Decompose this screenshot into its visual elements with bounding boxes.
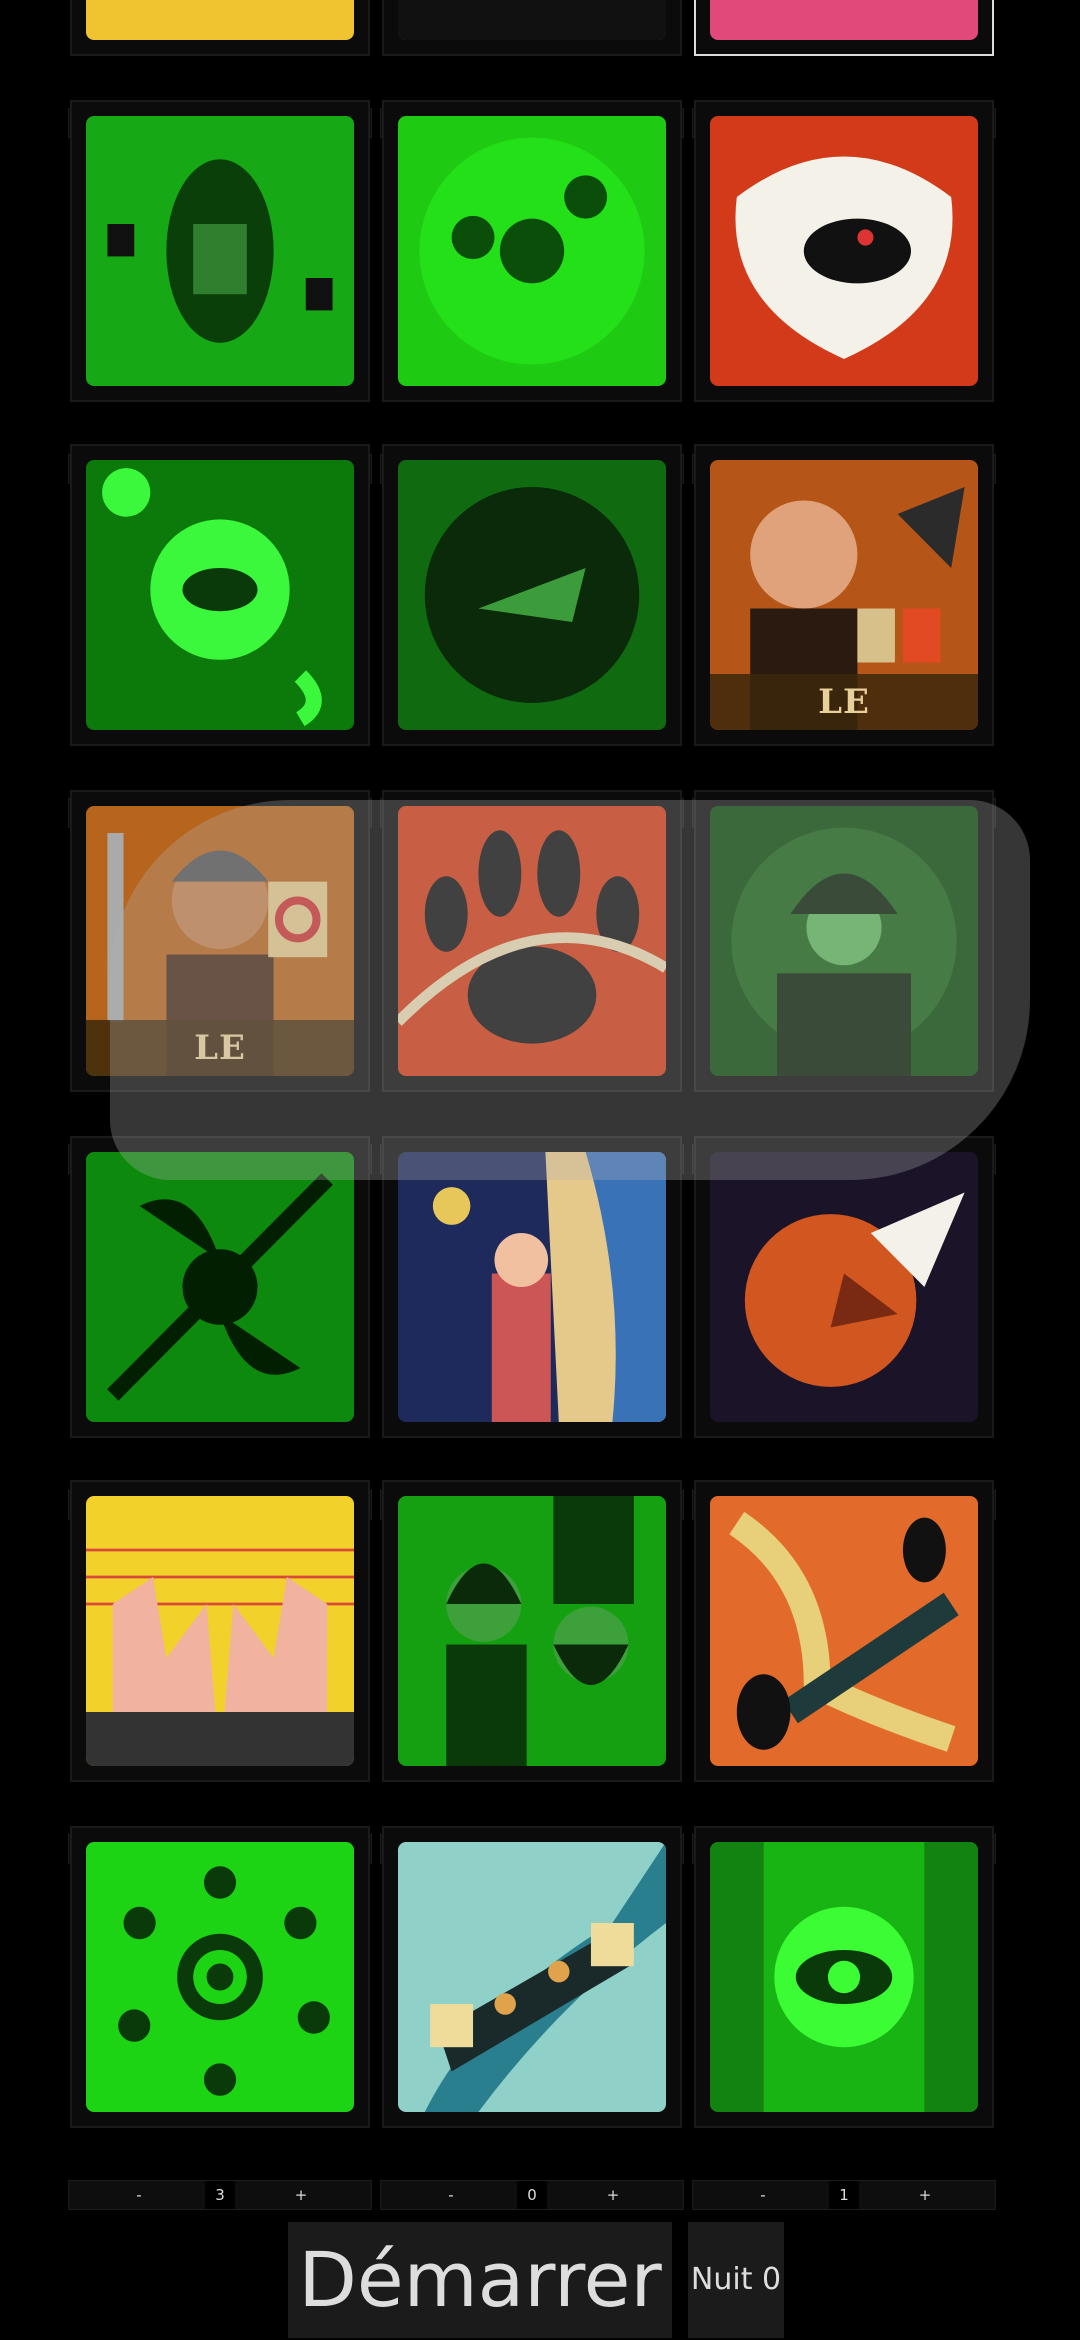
role-card-art: [86, 1842, 354, 2112]
role-card[interactable]: [382, 1480, 682, 1782]
role-card[interactable]: [694, 0, 994, 56]
role-card-art: [398, 1496, 666, 1766]
start-button[interactable]: Démarrer: [288, 2222, 672, 2338]
role-card-art: LE MENTALISTE: [710, 460, 978, 730]
night-counter: Nuit 0: [688, 2222, 784, 2338]
role-card-art: [86, 460, 354, 730]
role-card-art: [398, 1152, 666, 1422]
role-count-value: 0: [517, 2181, 547, 2209]
role-card-art: [710, 1496, 978, 1766]
role-card[interactable]: [70, 444, 370, 746]
role-card-art: [710, 806, 978, 1076]
role-card[interactable]: [382, 790, 682, 1092]
role-card-art: [398, 806, 666, 1076]
role-card-art: [86, 0, 354, 40]
role-count-value: 3: [205, 2181, 235, 2209]
role-card[interactable]: [70, 1826, 370, 2128]
role-card[interactable]: [694, 1826, 994, 2128]
increment-button[interactable]: +: [573, 2181, 653, 2209]
role-card-art: [398, 0, 666, 40]
role-card-art: [710, 0, 978, 40]
decrement-button[interactable]: -: [411, 2181, 491, 2209]
role-counter: -3 +: [68, 2180, 372, 2210]
role-card[interactable]: LE MENTALISTE: [694, 444, 994, 746]
role-card-art: [398, 1842, 666, 2112]
role-count-value: 1: [829, 2181, 859, 2209]
role-card-art: [710, 1842, 978, 2112]
role-card-art: [86, 116, 354, 386]
role-card-art: [710, 116, 978, 386]
role-card-art: [398, 116, 666, 386]
role-card[interactable]: [694, 790, 994, 1092]
role-card[interactable]: [694, 1136, 994, 1438]
role-card[interactable]: [694, 100, 994, 402]
role-card[interactable]: [382, 0, 682, 56]
role-card[interactable]: LE MERCENAIRE: [70, 790, 370, 1092]
role-card-banner: LE MENTALISTE: [710, 674, 978, 730]
role-card-art: [398, 460, 666, 730]
role-card[interactable]: [694, 1480, 994, 1782]
role-card[interactable]: [382, 100, 682, 402]
decrement-button[interactable]: -: [723, 2181, 803, 2209]
role-card[interactable]: [382, 1826, 682, 2128]
role-card[interactable]: [382, 1136, 682, 1438]
increment-button[interactable]: +: [261, 2181, 341, 2209]
role-card[interactable]: [70, 0, 370, 56]
role-card[interactable]: [70, 1480, 370, 1782]
role-card[interactable]: [70, 100, 370, 402]
role-card[interactable]: [70, 1136, 370, 1438]
bottom-bar: Démarrer Nuit 0: [0, 2218, 1080, 2340]
role-counter: -1 +: [692, 2180, 996, 2210]
decrement-button[interactable]: -: [99, 2181, 179, 2209]
role-card-art: [710, 1152, 978, 1422]
role-card-art: LE MERCENAIRE: [86, 806, 354, 1076]
role-card-banner: LE MERCENAIRE: [86, 1020, 354, 1076]
role-card[interactable]: [382, 444, 682, 746]
increment-button[interactable]: +: [885, 2181, 965, 2209]
role-counter: -0 +: [380, 2180, 684, 2210]
role-card-art: [86, 1152, 354, 1422]
role-card-art: [86, 1496, 354, 1766]
